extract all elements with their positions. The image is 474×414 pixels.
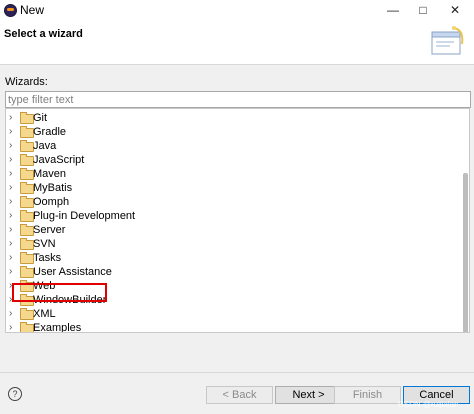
folder-icon: [20, 168, 34, 180]
chevron-right-icon[interactable]: ›: [9, 321, 12, 332]
watermark: CSDN @ruijialan: [398, 400, 459, 409]
chevron-right-icon[interactable]: ›: [9, 167, 12, 181]
tree-item-git[interactable]: › Git: [6, 111, 458, 125]
back-button[interactable]: < Back: [206, 386, 273, 404]
tree-item-java[interactable]: › Java: [6, 139, 458, 153]
tree-item-tasks[interactable]: › Tasks: [6, 251, 458, 265]
tree-scrollbar[interactable]: [463, 173, 468, 332]
chevron-right-icon[interactable]: ›: [9, 181, 12, 195]
maximize-icon[interactable]: □: [408, 0, 438, 20]
minimize-icon[interactable]: —: [378, 0, 408, 20]
window-title: New: [20, 3, 45, 17]
tree-item-xml[interactable]: › XML: [6, 307, 458, 321]
tree-item-gradle[interactable]: › Gradle: [6, 125, 458, 139]
folder-icon: [20, 140, 34, 152]
chevron-right-icon[interactable]: ›: [9, 265, 12, 279]
chevron-right-icon[interactable]: ›: [9, 237, 12, 251]
page-title: Select a wizard: [4, 28, 83, 40]
tree-item-javascript[interactable]: › JavaScript: [6, 153, 458, 167]
folder-icon: [20, 238, 34, 250]
wizards-label: Wizards:: [5, 76, 48, 88]
folder-icon: [20, 210, 34, 222]
folder-icon: [20, 224, 34, 236]
folder-icon: [20, 112, 34, 124]
chevron-right-icon[interactable]: ›: [9, 251, 12, 265]
eclipse-icon: [4, 4, 17, 17]
tree-item-plugin-development[interactable]: › Plug-in Development: [6, 209, 458, 223]
next-button[interactable]: Next >: [275, 386, 342, 404]
title-bar: New — □ ✕: [0, 0, 474, 20]
folder-icon: [20, 266, 34, 278]
highlight-box: [12, 283, 107, 302]
chevron-right-icon[interactable]: ›: [9, 153, 12, 167]
close-icon[interactable]: ✕: [440, 0, 470, 20]
tree-item-maven[interactable]: › Maven: [6, 167, 458, 181]
chevron-right-icon[interactable]: ›: [9, 209, 12, 223]
chevron-right-icon[interactable]: ›: [9, 125, 12, 139]
folder-icon: [20, 252, 34, 264]
tree-item-oomph[interactable]: › Oomph: [6, 195, 458, 209]
filter-input[interactable]: [5, 91, 471, 108]
folder-icon: [20, 308, 34, 320]
help-icon[interactable]: ?: [8, 387, 22, 401]
folder-icon: [20, 154, 34, 166]
chevron-right-icon[interactable]: ›: [9, 223, 12, 237]
wizard-header: Select a wizard: [0, 20, 474, 65]
chevron-right-icon[interactable]: ›: [9, 111, 12, 125]
tree-item-server[interactable]: › Server: [6, 223, 458, 237]
tree-item-mybatis[interactable]: › MyBatis: [6, 181, 458, 195]
chevron-right-icon[interactable]: ›: [9, 139, 12, 153]
folder-icon: [20, 196, 34, 208]
folder-icon: [20, 182, 34, 194]
folder-icon: [20, 126, 34, 138]
tree-item-svn[interactable]: › SVN: [6, 237, 458, 251]
footer-divider: [0, 372, 474, 373]
wizard-banner-icon: [431, 26, 464, 55]
tree-item-examples[interactable]: › Examples: [6, 321, 458, 332]
tree-item-user-assistance[interactable]: › User Assistance: [6, 265, 458, 279]
folder-icon: [20, 322, 34, 332]
chevron-right-icon[interactable]: ›: [9, 307, 12, 321]
chevron-right-icon[interactable]: ›: [9, 195, 12, 209]
finish-button[interactable]: Finish: [334, 386, 401, 404]
